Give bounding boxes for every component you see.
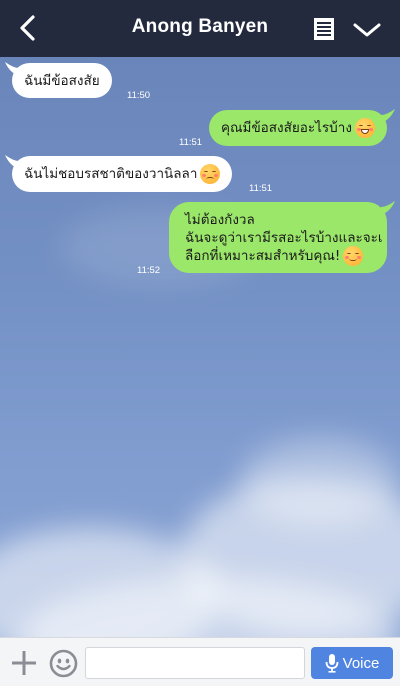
voice-label: Voice: [342, 654, 380, 672]
message-bubble[interactable]: ฉันมีข้อสงสัย: [12, 63, 112, 98]
sad-face-icon: [200, 164, 221, 184]
voice-button[interactable]: Voice: [311, 647, 393, 679]
emoji-icon: [49, 649, 78, 678]
notes-button[interactable]: [313, 17, 335, 41]
message-bubble[interactable]: ไม่ต้องกังวล ฉันจะดูว่าเรามีรสอะไรบ้างแล…: [169, 202, 387, 273]
menu-button[interactable]: [352, 20, 382, 40]
message-text: ฉันมีข้อสงสัย: [24, 72, 100, 89]
chat-screen: Anong Banyen ฉันมีข้อสงสัย 11:50 คุณมีข้…: [0, 0, 400, 686]
message-line: ฉันจะดูว่าเรามีรสอะไรบ้างและจะเ: [185, 229, 383, 246]
message-time: 11:51: [249, 183, 273, 194]
composer-bar: Voice: [0, 637, 400, 686]
plus-icon: [12, 651, 36, 675]
sticker-button[interactable]: [49, 649, 78, 678]
chat-header: Anong Banyen: [0, 0, 400, 57]
message-line-with-emoji: ลือกที่เหมาะสมสำหรับคุณ!: [185, 245, 364, 266]
message-text: ฉันไม่ชอบรสชาติของวานิลลา: [24, 166, 198, 182]
message-bubble[interactable]: คุณมีข้อสงสัยอะไรบ้าง: [209, 110, 387, 146]
grinning-face-icon: [354, 118, 375, 138]
notes-icon: [314, 18, 334, 40]
chevron-down-icon: [353, 23, 381, 37]
message-line: ไม่ต้องกังวล: [185, 211, 255, 228]
message-line: ลือกที่เหมาะสมสำหรับคุณ!: [185, 247, 341, 264]
microphone-icon: [325, 654, 339, 673]
message-time: 11:52: [137, 265, 161, 276]
background-cloud: [240, 437, 400, 527]
add-attachment-button[interactable]: [11, 650, 37, 676]
smiling-face-icon: [343, 245, 364, 266]
message-time: 11:50: [127, 90, 151, 101]
message-text: คุณมีข้อสงสัยอะไรบ้าง: [221, 120, 352, 136]
message-input[interactable]: [85, 647, 305, 679]
chat-title: Anong Banyen: [131, 16, 269, 37]
message-time: 11:51: [179, 137, 203, 148]
message-bubble[interactable]: ฉันไม่ชอบรสชาติของวานิลลา: [12, 156, 233, 192]
